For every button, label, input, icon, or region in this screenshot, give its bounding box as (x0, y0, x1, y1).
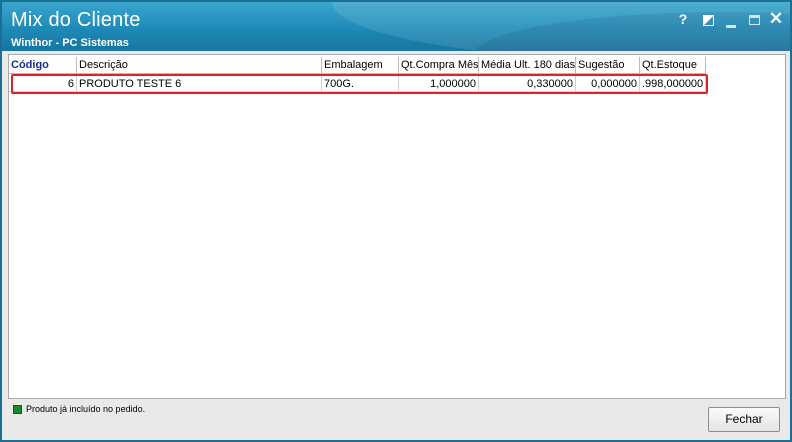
cell-qt-estoque: .998,000000 (640, 76, 706, 92)
legend: Produto já incluído no pedido. (13, 404, 145, 414)
column-header-embalagem[interactable]: Embalagem (322, 57, 399, 74)
cell-embalagem: 700G. (322, 76, 399, 92)
minimize-icon[interactable] (722, 10, 740, 28)
cell-codigo: 6 (9, 76, 77, 92)
help-icon[interactable]: ? (674, 10, 692, 28)
column-header-descricao[interactable]: Descrição (77, 57, 322, 74)
column-header-qt-compra-mes[interactable]: Qt.Compra Mês (399, 57, 479, 74)
window-title: Mix do Cliente (11, 9, 141, 31)
cell-media-180-dias: 0,330000 (479, 76, 576, 92)
cell-qt-compra-mes: 1,000000 (399, 76, 479, 92)
cell-descricao: PRODUTO TESTE 6 (77, 76, 322, 92)
window-subtitle: Winthor - PC Sistemas (11, 37, 129, 49)
close-icon[interactable]: ✕ (767, 10, 785, 28)
column-header-media-180-dias[interactable]: Média Ult. 180 dias (479, 57, 576, 74)
legend-text: Produto já incluído no pedido. (26, 404, 146, 414)
maximize-icon[interactable] (745, 10, 763, 28)
grid-header: Código Descrição Embalagem Qt.Compra Mês… (9, 57, 706, 74)
title-bar: Mix do Cliente Winthor - PC Sistemas ? ✕ (2, 2, 790, 51)
column-header-sugestao[interactable]: Sugestão (576, 57, 640, 74)
mix-do-cliente-window: Mix do Cliente Winthor - PC Sistemas ? ✕… (0, 0, 792, 442)
legend-color-swatch (13, 404, 22, 414)
theme-toggle-icon[interactable] (699, 10, 717, 28)
column-header-qt-estoque[interactable]: Qt.Estoque (640, 57, 706, 74)
cell-sugestao: 0,000000 (576, 76, 640, 92)
column-header-codigo[interactable]: Código (9, 57, 77, 74)
products-grid[interactable]: Código Descrição Embalagem Qt.Compra Mês… (8, 54, 786, 399)
fechar-button[interactable]: Fechar (708, 407, 780, 432)
table-row[interactable]: 6 PRODUTO TESTE 6 700G. 1,000000 0,33000… (9, 76, 706, 92)
